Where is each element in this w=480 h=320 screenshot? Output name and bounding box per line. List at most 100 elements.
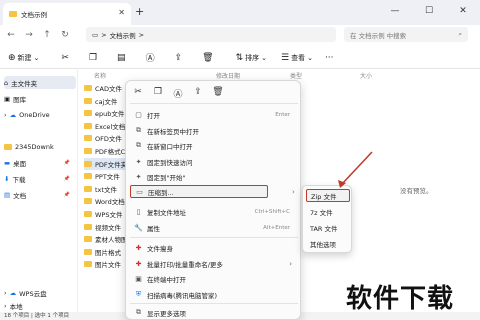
pin-icon: ✦ — [135, 172, 142, 181]
sidebar-item-wps-cloud[interactable]: › ☁ WPS云盘 — [4, 286, 47, 299]
submenu-item-tar[interactable]: TAR 文件 — [306, 221, 350, 234]
menu-item-open-new-window[interactable]: ⧉ 在新窗口中打开 — [130, 139, 298, 152]
paste-button[interactable]: ▤ — [117, 53, 126, 63]
trash-icon[interactable]: 🗑 — [212, 87, 224, 100]
rename-icon[interactable]: Ⓐ — [172, 87, 184, 100]
forward-icon[interactable]: → — [22, 30, 36, 40]
menu-item-open[interactable]: ▢ 打开 Enter — [130, 108, 298, 121]
new-tab-icon: ⧉ — [136, 126, 141, 134]
column-name[interactable]: 名称 — [94, 71, 106, 80]
sidebar-item-desktop[interactable]: ▬ 桌面 📌 — [4, 156, 76, 169]
column-date[interactable]: 修改日期 — [216, 71, 240, 80]
folder-icon — [84, 211, 92, 217]
list-item-label: caj文件 — [95, 97, 118, 106]
list-item-label: epub文件 — [95, 110, 125, 119]
menu-item-label: 复制文件地址 — [147, 208, 186, 217]
folder-icon — [84, 261, 92, 268]
submenu-item-7z[interactable]: 7z 文件 — [306, 205, 350, 218]
sidebar-item-documents[interactable]: ▤ 文档 📌 — [4, 188, 76, 201]
menu-item-compress[interactable]: ▭ 压缩到... — [130, 185, 268, 198]
watermark-text: 软件下载 — [346, 284, 455, 314]
cut-button[interactable]: ✂ — [61, 53, 69, 63]
breadcrumb[interactable]: ▭ > 文档示例 > — [86, 27, 336, 42]
copy-button[interactable]: ❐ — [89, 53, 97, 63]
folder-icon — [4, 143, 12, 150]
submenu-item-other[interactable]: 其他选项 — [306, 237, 350, 250]
folder-icon — [84, 185, 92, 192]
sidebar-item-onedrive[interactable]: › ☁ OneDrive — [4, 108, 50, 121]
more-icon: ··· — [324, 52, 334, 63]
delete-button[interactable]: 🗑 — [202, 53, 213, 63]
more-button[interactable]: ··· — [325, 53, 334, 63]
menu-item-label: 扫描病毒(腾讯电脑管家) — [147, 291, 218, 300]
pin-icon: 📌 — [63, 159, 70, 166]
menu-item-open-new-tab[interactable]: ⧉ 在新标签页中打开 — [130, 124, 298, 137]
share-button[interactable]: ⇪ — [175, 53, 183, 63]
folder-icon — [84, 85, 92, 91]
column-size[interactable]: 大小 — [360, 71, 372, 80]
list-item-label: PPT文件 — [95, 173, 120, 182]
tab-current[interactable]: 文档示例 ✕ — [3, 3, 131, 25]
submenu-item-zip[interactable]: Zip 文件 — [306, 189, 350, 202]
shortcut-label: Enter — [275, 111, 290, 118]
new-tab-button[interactable]: + — [135, 5, 144, 18]
menu-item-copy-path[interactable]: ▯ 复制文件地址 Ctrl+Shift+C — [130, 205, 298, 218]
maximize-button[interactable]: ☐ — [412, 0, 446, 22]
tab-close-icon[interactable]: ✕ — [118, 8, 125, 17]
menu-item-label: 属性 — [147, 224, 160, 233]
sidebar-item-2345downloads[interactable]: 2345Downk — [4, 140, 54, 153]
chevron-down-icon: ⌄ — [33, 53, 40, 62]
folder-icon — [84, 236, 92, 243]
close-button[interactable]: ✕ — [446, 0, 480, 22]
copy-icon[interactable]: ❐ — [152, 87, 164, 100]
up-icon[interactable]: ↑ — [40, 30, 54, 40]
view-button[interactable]: ☰ 查看 ⌄ — [281, 53, 313, 63]
wrench-icon: 🔧 — [134, 223, 143, 232]
shield-icon: ⛨ — [135, 290, 142, 298]
menu-item-label: 文件瘦身 — [147, 244, 173, 253]
menu-item-label: 在终端中打开 — [147, 275, 186, 284]
menu-divider — [130, 103, 298, 104]
new-button[interactable]: ⊕ 新建 ⌄ — [8, 53, 39, 63]
share-icon: ⇪ — [174, 52, 183, 63]
cut-icon[interactable]: ✂ — [132, 87, 144, 100]
sidebar-item-downloads[interactable]: ⬇ 下载 📌 — [4, 172, 76, 185]
back-icon[interactable]: ← — [4, 30, 18, 40]
share-icon[interactable]: ⇪ — [192, 87, 204, 100]
view-label: 查看 — [291, 53, 306, 62]
compress-submenu: Zip 文件 7z 文件 TAR 文件 其他选项 — [302, 185, 352, 253]
search-input[interactable]: 在 文档示例 中搜索 ⌕ — [344, 27, 468, 42]
menu-item-label: 显示更多选项 — [147, 309, 186, 318]
list-item-label: Word文档 — [95, 198, 125, 207]
menu-item-pin-quick-access[interactable]: ✦ 固定到快速访问 — [130, 155, 298, 168]
view-icon: ☰ — [280, 52, 290, 63]
search-placeholder: 在 文档示例 中搜索 — [350, 31, 407, 40]
search-icon: ⌕ — [458, 30, 462, 38]
sort-button[interactable]: ⇅ 排序 ⌄ — [236, 53, 267, 63]
menu-item-scan-virus[interactable]: ⛨ 扫描病毒(腾讯电脑管家) — [130, 288, 298, 301]
sidebar-item-label: 本地 — [9, 302, 23, 311]
shortcut-label: Ctrl+Shift+C — [254, 208, 290, 215]
sidebar-item-home[interactable]: ⌂ 主文件夹 — [4, 76, 76, 89]
sidebar-item-label: 下载 — [12, 175, 26, 184]
menu-item-pin-start[interactable]: ✦ 固定到"开始" — [130, 170, 298, 183]
list-item-label: PDF文件夹 — [95, 160, 128, 169]
navigation-pane: ⌂ 主文件夹 ▣ 图库 › ☁ OneDrive 2345Downk ▬ 桌面 📌 ⬇ 下载 📌… — [0, 70, 78, 312]
menu-item-batch[interactable]: ✚ 批量打印/批量重命名/更多 › — [130, 257, 298, 270]
sidebar-item-local[interactable]: › 本地 — [4, 299, 23, 312]
rename-button[interactable]: Ⓐ — [146, 51, 155, 64]
menu-item-more-options[interactable]: ⧉ 显示更多选项 — [130, 306, 298, 319]
minimize-button[interactable]: — — [378, 0, 412, 22]
preview-empty-text: 没有预览。 — [400, 187, 433, 195]
breadcrumb-folder[interactable]: 文档示例 — [110, 30, 136, 40]
sidebar-item-label: 2345Downk — [15, 142, 54, 151]
column-type[interactable]: 类型 — [290, 71, 302, 80]
menu-item-properties[interactable]: 🔧 属性 Alt+Enter — [130, 221, 298, 234]
sidebar-item-gallery[interactable]: ▣ 图库 — [4, 92, 26, 105]
menu-item-terminal[interactable]: ▣ 在终端中打开 — [130, 272, 298, 285]
cloud-icon: ☁ — [9, 288, 17, 297]
refresh-icon[interactable]: ↻ — [58, 30, 72, 40]
menu-item-file-slim[interactable]: ✚ 文件瘦身 — [130, 241, 298, 254]
folder-icon — [84, 135, 92, 142]
scissors-icon: ✂ — [61, 52, 69, 63]
